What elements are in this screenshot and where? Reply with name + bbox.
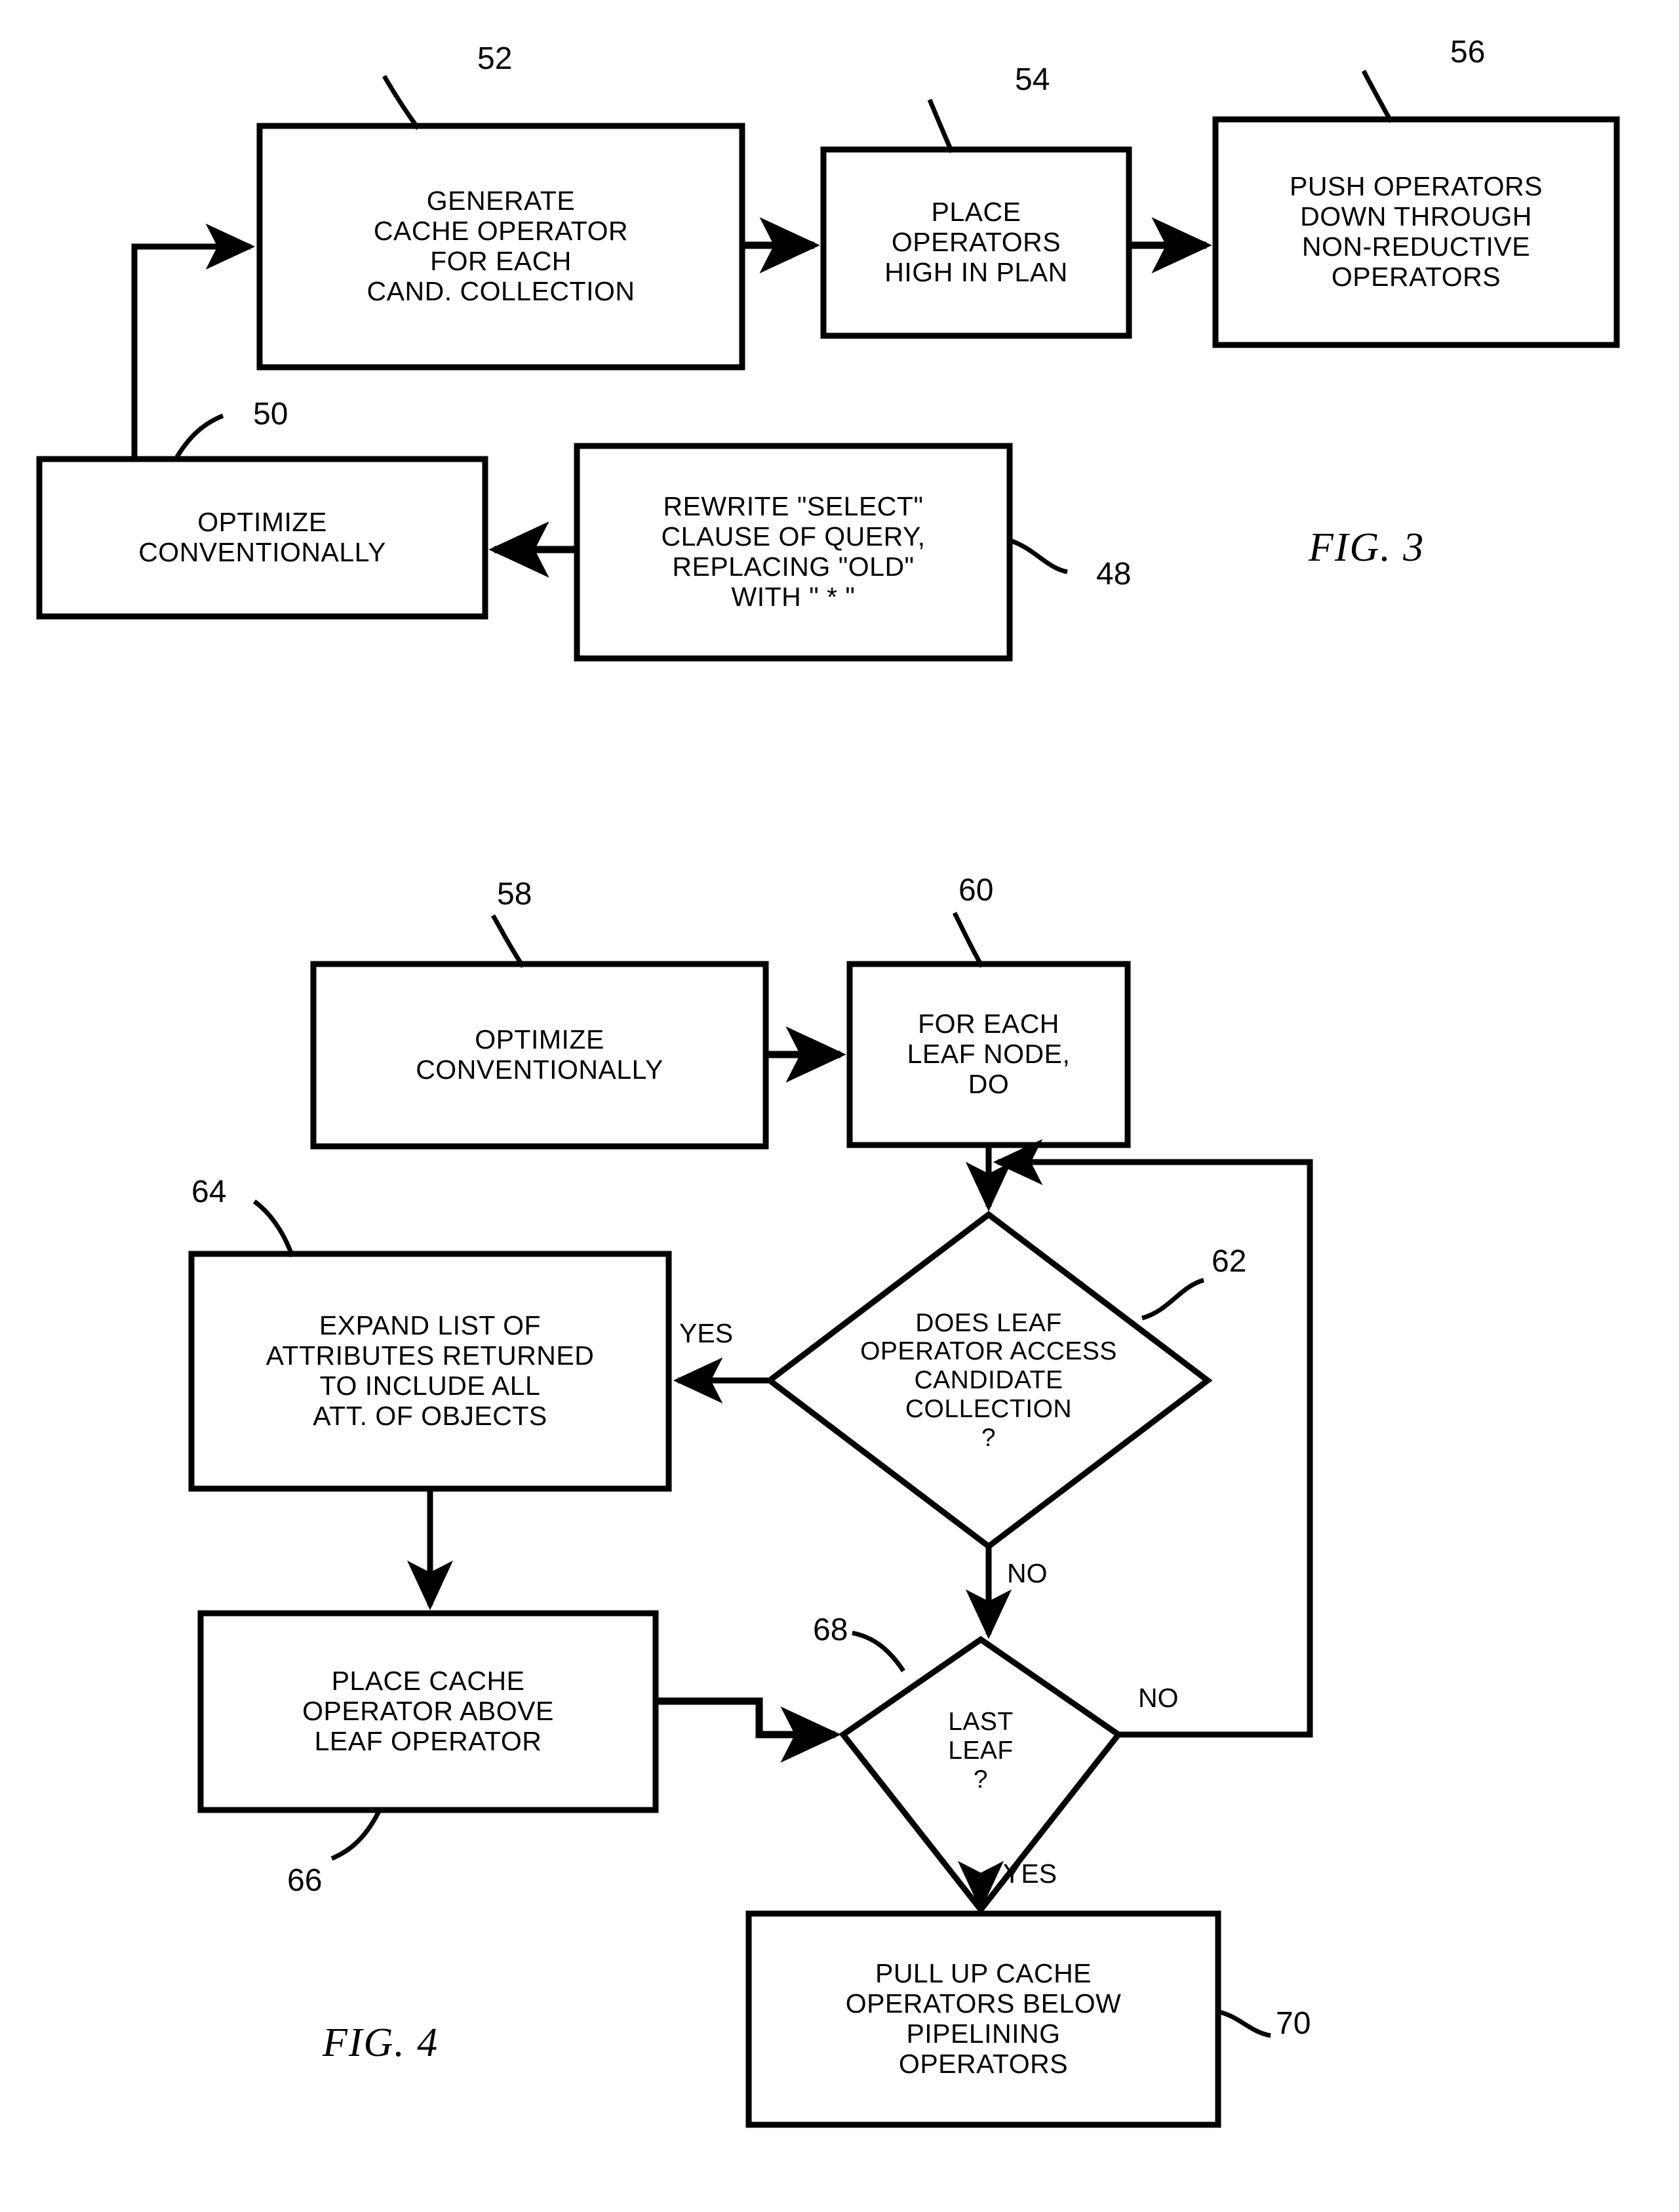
node-50-box <box>36 456 488 620</box>
leader-68 <box>852 1630 905 1672</box>
leader-50 <box>173 413 224 460</box>
leader-56 <box>1361 70 1394 123</box>
ref-numeral-62: 62 <box>1212 1244 1247 1279</box>
ref-numeral-66: 66 <box>287 1863 323 1898</box>
edge-label-yes-68: YES <box>1003 1859 1057 1889</box>
leader-48 <box>1008 538 1068 574</box>
fig4-group <box>188 912 1313 2128</box>
node-68-diamond <box>839 1636 1123 1915</box>
leader-64 <box>252 1199 295 1258</box>
leader-58 <box>490 914 525 968</box>
figure-3-caption: FIG. 3 <box>1309 525 1425 570</box>
ref-numeral-56: 56 <box>1450 35 1486 70</box>
node-64-box <box>188 1251 672 1492</box>
edge-50-to-52 <box>131 223 256 459</box>
leader-60 <box>952 912 985 968</box>
ref-numeral-60: 60 <box>958 873 994 908</box>
node-70-box <box>745 1910 1221 2128</box>
edge-66-to-68 <box>657 1697 841 1763</box>
node-52-box <box>256 123 745 371</box>
flowchart-vector-layer <box>36 70 1620 2128</box>
edge-label-no-68: NO <box>1138 1683 1179 1713</box>
ref-numeral-52: 52 <box>477 41 513 76</box>
node-56-box <box>1212 116 1620 348</box>
ref-numeral-50: 50 <box>253 397 288 432</box>
node-58-box <box>310 961 769 1150</box>
ref-numeral-64: 64 <box>191 1175 227 1209</box>
node-66-box <box>197 1610 659 1813</box>
ref-numeral-48: 48 <box>1096 557 1132 592</box>
figure-4-caption: FIG. 4 <box>323 2021 439 2065</box>
ref-numeral-54: 54 <box>1015 62 1050 97</box>
edge-label-no-62: NO <box>1007 1558 1048 1588</box>
leader-70 <box>1219 2009 1271 2038</box>
ref-numeral-70: 70 <box>1276 2006 1311 2041</box>
node-48-box <box>574 443 1013 662</box>
leader-62 <box>1141 1277 1205 1321</box>
edge-label-yes-62: YES <box>679 1318 734 1348</box>
ref-numeral-58: 58 <box>497 877 532 912</box>
node-54-box <box>820 146 1132 339</box>
leader-54 <box>927 98 955 153</box>
leader-66 <box>330 1810 382 1861</box>
leader-52 <box>382 75 420 131</box>
patent-drawing-sheet: GENERATE CACHE OPERATOR FOR EACH CAND. C… <box>0 0 1679 2212</box>
node-60-box <box>846 961 1131 1148</box>
node-62-diamond <box>764 1211 1213 1550</box>
ref-numeral-68: 68 <box>813 1613 848 1647</box>
